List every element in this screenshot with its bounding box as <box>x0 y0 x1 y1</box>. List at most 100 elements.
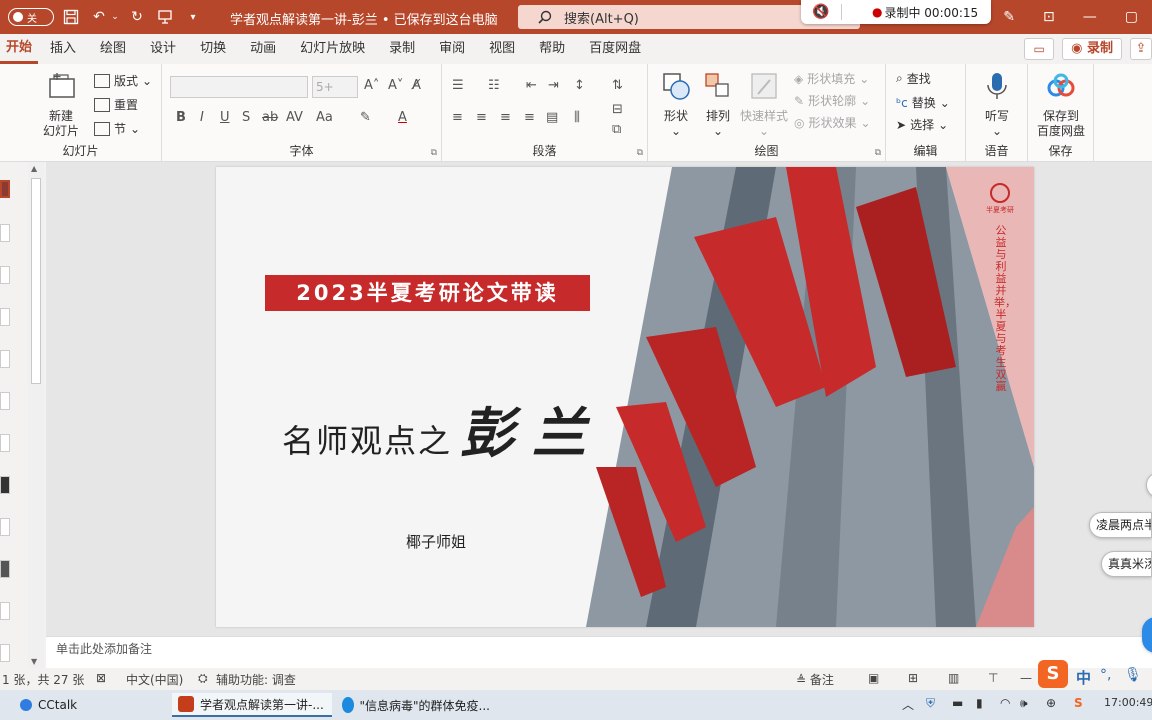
spacing-icon[interactable]: AV <box>286 110 303 125</box>
slide-thumbnail[interactable] <box>0 602 10 620</box>
shape-outline-button[interactable]: ✎ 形状轮廓 ⌄ <box>794 92 870 109</box>
text-direction-icon[interactable]: ⇅ <box>612 78 623 93</box>
font-size-select[interactable]: 5+ <box>312 76 358 98</box>
shadow-icon[interactable]: S <box>242 110 250 125</box>
replace-button[interactable]: ᵇc 替换 ⌄ <box>896 94 950 111</box>
restore-ribbon-icon[interactable]: ⊡ <box>1043 9 1055 25</box>
highlight-icon[interactable]: ✎ <box>360 110 371 125</box>
quick-styles-button[interactable]: 快速样式 ⌄ <box>738 70 790 139</box>
tab-animations[interactable]: 动画 <box>238 34 288 64</box>
layout-button[interactable]: 版式 ⌄ <box>94 72 152 89</box>
ime-punctuation-icon[interactable]: °, <box>1100 667 1111 683</box>
decrease-indent-icon[interactable]: ⇤ <box>526 78 537 93</box>
align-left-icon[interactable]: ≡ <box>452 110 463 125</box>
smartart-icon[interactable]: ⧉ <box>612 122 621 137</box>
tab-transitions[interactable]: 切换 <box>188 34 238 64</box>
record-button[interactable]: ◉ 录制 <box>1062 38 1122 60</box>
slide-author[interactable]: 椰子师姐 <box>406 531 466 552</box>
strikethrough-icon[interactable]: ab <box>262 110 278 125</box>
save-icon[interactable] <box>60 6 82 28</box>
font-name-select[interactable] <box>170 76 308 98</box>
dictate-button[interactable]: 听写 ⌄ <box>976 70 1018 139</box>
slide-sorter-icon[interactable]: ⊞ <box>908 671 918 685</box>
case-icon[interactable]: Aa <box>316 110 333 125</box>
customize-toolbar-icon[interactable]: ▾ <box>182 6 204 28</box>
tab-review[interactable]: 审阅 <box>427 34 477 64</box>
spellcheck-icon[interactable]: ⊠ <box>96 671 106 685</box>
security-shield-icon[interactable]: ⛨ <box>926 696 935 711</box>
drawing-dialog-icon[interactable]: ⧉ <box>875 148 881 158</box>
line-spacing-icon[interactable]: ↕ <box>574 78 585 93</box>
bold-icon[interactable]: B <box>176 110 186 125</box>
ime-voice-icon[interactable]: 🎙 <box>1124 667 1142 683</box>
notes-toggle[interactable]: ≜ 备注 <box>796 671 834 688</box>
justify-icon[interactable]: ≡ <box>524 110 535 125</box>
scroll-up-icon[interactable]: ▲ <box>31 164 37 173</box>
slide-title[interactable]: 名师观点之 彭兰 <box>282 389 604 468</box>
redo-icon[interactable]: ↻ <box>126 6 148 28</box>
slide-thumbnail[interactable] <box>0 434 10 452</box>
taskbar-app-edge[interactable]: "信息病毒"的群体免疫... <box>336 693 496 717</box>
ime-mode-indicator[interactable]: 中 <box>1076 667 1091 688</box>
reading-view-icon[interactable]: ▥ <box>948 671 959 685</box>
slide-thumbnail[interactable] <box>0 266 10 284</box>
maximize-icon[interactable]: ▢ <box>1125 9 1138 25</box>
slide-thumbnail[interactable] <box>0 350 10 368</box>
paragraph-dialog-icon[interactable]: ⧉ <box>637 148 643 158</box>
network-icon[interactable]: ⊕ <box>1046 696 1056 710</box>
tab-record[interactable]: 录制 <box>377 34 427 64</box>
slide-thumbnail[interactable] <box>0 180 10 198</box>
bullets-icon[interactable]: ☰ <box>452 78 464 93</box>
comment-button[interactable]: ▭ <box>1024 38 1055 60</box>
tab-view[interactable]: 视图 <box>477 34 527 64</box>
save-to-baidu-button[interactable]: 保存到 百度网盘 <box>1032 70 1090 139</box>
grow-font-icon[interactable]: A˄ <box>364 78 379 93</box>
slide-canvas[interactable]: 半夏考研 公益与利益并举，半夏与考生双赢 2023半夏考研论文带读 名师观点之彭… <box>216 167 1034 627</box>
share-button[interactable]: ⇪ <box>1130 38 1152 60</box>
undo-icon[interactable]: ↶ <box>88 6 110 28</box>
language-indicator[interactable]: 中文(中国) <box>126 671 183 688</box>
tab-design[interactable]: 设计 <box>138 34 188 64</box>
tab-insert[interactable]: 插入 <box>38 34 88 64</box>
slide-thumbnail[interactable] <box>0 644 10 662</box>
clock[interactable]: 17:00:49 <box>1104 696 1152 709</box>
normal-view-icon[interactable]: ▣ <box>868 671 879 685</box>
slide-thumbnail[interactable] <box>0 308 10 326</box>
scrollbar-thumb[interactable] <box>31 178 41 384</box>
thumbnail-scrollbar[interactable]: ▲ ▼ <box>28 162 44 668</box>
reset-button[interactable]: 重置 <box>94 96 138 113</box>
zoom-out-icon[interactable]: — <box>1020 671 1032 685</box>
slide-thumbnail[interactable] <box>0 518 10 536</box>
slide-thumbnail[interactable] <box>0 392 10 410</box>
slide-thumbnail[interactable] <box>0 224 10 242</box>
increase-indent-icon[interactable]: ⇥ <box>548 78 559 93</box>
slide-banner[interactable]: 2023半夏考研论文带读 <box>265 275 590 311</box>
find-button[interactable]: ⌕ 查找 <box>896 70 931 87</box>
scroll-down-icon[interactable]: ▼ <box>31 657 37 666</box>
minimize-icon[interactable]: — <box>1083 9 1097 25</box>
present-icon[interactable] <box>154 6 176 28</box>
tab-draw[interactable]: 绘图 <box>88 34 138 64</box>
new-slide-button[interactable]: 新建 幻灯片 <box>36 70 86 139</box>
volume-icon[interactable]: 🕪 <box>1020 696 1028 711</box>
tab-baidu-pan[interactable]: 百度网盘 <box>577 34 653 64</box>
speaker-muted-icon[interactable]: 🔇 <box>801 4 841 20</box>
slide-thumbnail[interactable] <box>0 560 10 578</box>
italic-icon[interactable]: I <box>200 110 204 125</box>
shrink-font-icon[interactable]: A˅ <box>388 78 403 93</box>
wifi-icon[interactable]: ◠ <box>1000 696 1010 710</box>
arrange-button[interactable]: 排列 ⌄ <box>698 70 738 139</box>
underline-icon[interactable]: U <box>220 110 230 125</box>
sogou-tray-icon[interactable]: S <box>1074 696 1083 710</box>
font-color-icon[interactable]: A <box>398 110 407 125</box>
slide-thumbnail[interactable] <box>0 476 10 494</box>
select-button[interactable]: ➤ 选择 ⌄ <box>896 116 948 133</box>
taskbar-app-powerpoint[interactable]: 学者观点解读第一讲-... <box>172 693 332 717</box>
shape-fill-button[interactable]: ◈ 形状填充 ⌄ <box>794 70 869 87</box>
tab-slideshow[interactable]: 幻灯片放映 <box>288 34 377 64</box>
notes-pane[interactable]: 单击此处添加备注 <box>46 636 1152 668</box>
autosave-toggle[interactable]: 关 <box>8 8 54 26</box>
sogou-ime-icon[interactable]: S <box>1038 660 1068 688</box>
undo-dropdown-icon[interactable]: ⌄ <box>110 6 120 28</box>
tray-app-icon[interactable]: ▬ <box>952 696 963 710</box>
